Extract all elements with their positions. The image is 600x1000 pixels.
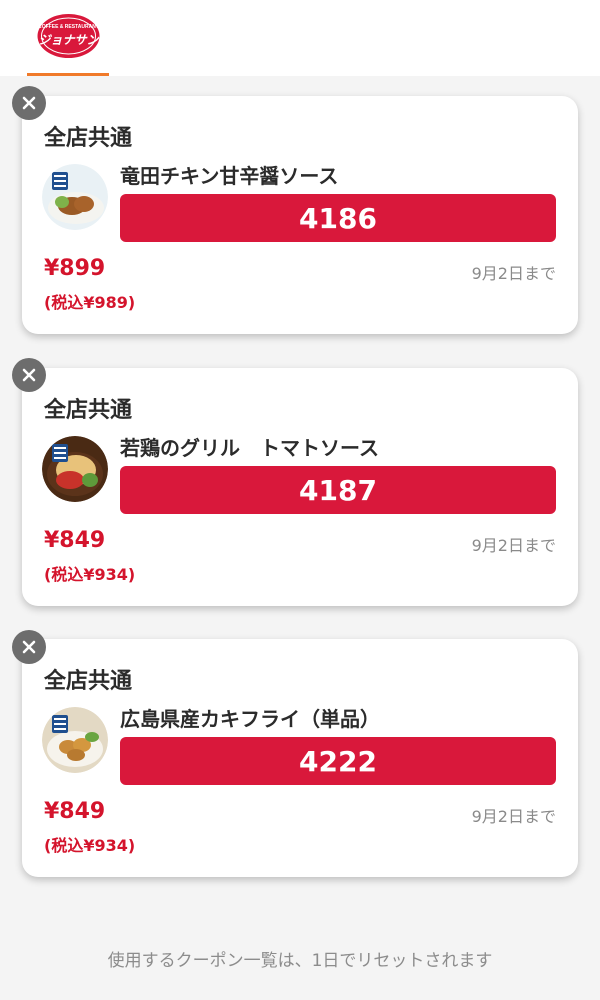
food-thumbnail	[42, 436, 108, 502]
price-with-tax: (税込¥989)	[44, 293, 136, 312]
reset-notice: 使用するクーポン一覧は、1日でリセットされます	[107, 951, 493, 971]
coupon-card[interactable]: 全店共通 広島県産カキフライ（単品） 4222 ¥849 (税込¥934) 9月…	[22, 639, 578, 877]
brand-logo[interactable]: COFFEE & RESTAURANT ジョナサン	[36, 12, 101, 60]
item-name: 竜田チキン甘辛醤ソース	[120, 164, 339, 188]
store-scope-label: 全店共通	[44, 398, 133, 423]
price: ¥899	[44, 256, 106, 281]
food-thumbnail	[42, 164, 108, 230]
close-icon[interactable]	[12, 358, 46, 392]
svg-text:COFFEE & RESTAURANT: COFFEE & RESTAURANT	[38, 24, 99, 30]
item-name: 若鶏のグリル トマトソース	[120, 436, 379, 460]
close-icon[interactable]	[12, 630, 46, 664]
svg-text:ジョナサン: ジョナサン	[38, 33, 99, 47]
close-icon[interactable]	[12, 86, 46, 120]
price-with-tax: (税込¥934)	[44, 565, 136, 584]
price-with-tax: (税込¥934)	[44, 836, 136, 855]
coupon-code: 4186	[120, 194, 556, 242]
coupon-card[interactable]: 全店共通 若鶏のグリル トマトソース 4187 ¥849 (税込¥934) 9月…	[22, 368, 578, 606]
coupon-card[interactable]: 全店共通 竜田チキン甘辛醤ソース 4186 ¥899 (税込¥989) 9月2日…	[22, 96, 578, 334]
expiry-date: 9月2日まで	[471, 264, 556, 283]
expiry-date: 9月2日まで	[471, 807, 556, 826]
price: ¥849	[44, 799, 106, 824]
coupon-code: 4222	[120, 737, 556, 785]
app-header: COFFEE & RESTAURANT ジョナサン	[0, 0, 600, 76]
expiry-date: 9月2日まで	[471, 536, 556, 555]
coupon-code: 4187	[120, 466, 556, 514]
store-scope-label: 全店共通	[44, 669, 133, 694]
food-thumbnail	[42, 707, 108, 773]
price: ¥849	[44, 528, 106, 553]
store-scope-label: 全店共通	[44, 126, 133, 151]
item-name: 広島県産カキフライ（単品）	[120, 707, 380, 731]
active-tab-indicator	[27, 73, 109, 76]
